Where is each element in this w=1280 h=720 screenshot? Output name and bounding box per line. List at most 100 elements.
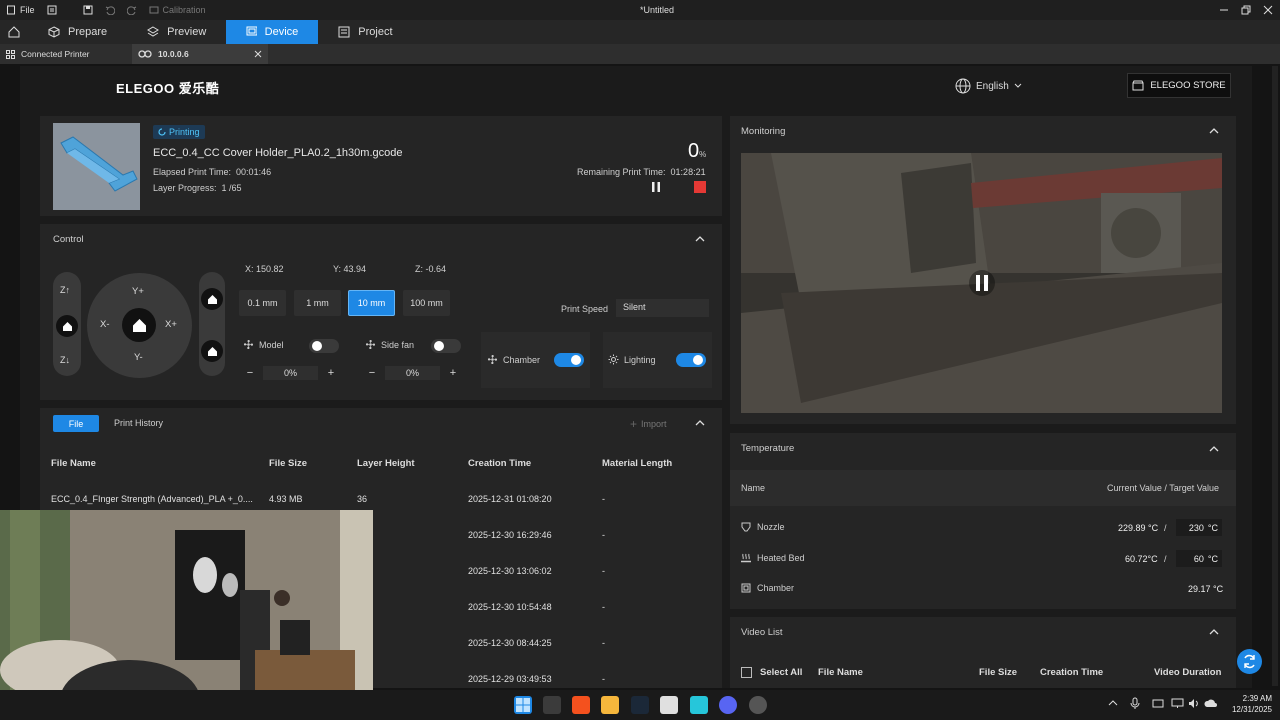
col-layer-height[interactable]: Layer Height bbox=[357, 458, 415, 469]
chevron-down-icon bbox=[1014, 83, 1022, 88]
calibration-menu[interactable]: Calibration bbox=[143, 0, 212, 20]
side-fan-minus[interactable]: − bbox=[365, 367, 379, 379]
home-z-button[interactable] bbox=[201, 340, 223, 362]
col-material-length[interactable]: Material Length bbox=[602, 458, 672, 469]
model-fan-toggle[interactable] bbox=[309, 339, 339, 353]
y-plus-button[interactable]: Y+ bbox=[132, 286, 144, 297]
taskbar-notepad[interactable] bbox=[690, 696, 708, 714]
z-up-button[interactable]: Z↑ bbox=[60, 285, 70, 295]
start-button[interactable] bbox=[514, 696, 532, 714]
tray-volume[interactable] bbox=[1188, 698, 1201, 709]
tab-project[interactable]: Project bbox=[318, 20, 412, 44]
pause-print-button[interactable] bbox=[650, 181, 662, 193]
elegoo-store-button[interactable]: ELEGOO STORE bbox=[1127, 73, 1231, 98]
camera-pause-button[interactable] bbox=[969, 270, 995, 296]
print-speed-select[interactable]: Silent bbox=[616, 299, 709, 317]
video-col-creation-time[interactable]: Creation Time bbox=[1040, 667, 1103, 678]
tab-preview[interactable]: Preview bbox=[127, 20, 226, 44]
step-100mm-button[interactable]: 100 mm bbox=[403, 290, 450, 316]
link-icon bbox=[138, 50, 152, 58]
home-xy-button[interactable] bbox=[201, 288, 223, 310]
taskbar-discord[interactable] bbox=[719, 696, 737, 714]
printing-status-badge: Printing bbox=[153, 125, 205, 139]
taskbar-elegoo-slicer[interactable] bbox=[660, 696, 678, 714]
close-tab-icon[interactable] bbox=[254, 50, 262, 58]
col-creation-time[interactable]: Creation Time bbox=[468, 458, 531, 469]
taskbar-file-explorer[interactable] bbox=[601, 696, 619, 714]
menu-button[interactable] bbox=[41, 0, 63, 20]
x-minus-button[interactable]: X- bbox=[100, 319, 110, 330]
lighting-toggle[interactable] bbox=[676, 353, 706, 367]
undo-button[interactable] bbox=[99, 0, 121, 20]
tray-clock[interactable]: 2:39 AM 12/31/2025 bbox=[1226, 693, 1272, 715]
model-fan-value[interactable]: 0% bbox=[263, 366, 318, 380]
xy-home-button[interactable] bbox=[122, 308, 156, 342]
tray-network[interactable] bbox=[1171, 698, 1184, 709]
home-button[interactable] bbox=[0, 20, 28, 44]
collapse-control-icon[interactable] bbox=[695, 236, 705, 242]
title-bar: File Calibration *Untitled bbox=[0, 0, 1280, 20]
restore-button[interactable] bbox=[1241, 5, 1251, 15]
file-menu-label: File bbox=[20, 5, 35, 15]
collapse-monitoring-icon[interactable] bbox=[1209, 128, 1219, 134]
redo-button[interactable] bbox=[121, 0, 143, 20]
tray-cloud[interactable] bbox=[1204, 698, 1217, 709]
model-fan-minus[interactable]: − bbox=[243, 367, 257, 379]
chamber-fan-toggle[interactable] bbox=[554, 353, 584, 367]
video-col-file-size[interactable]: File Size bbox=[979, 667, 1017, 678]
save-button[interactable] bbox=[77, 0, 99, 20]
temp-col-value: Current Value / Target Value bbox=[1107, 483, 1220, 493]
stop-print-button[interactable] bbox=[694, 181, 706, 193]
import-button[interactable]: + Import bbox=[630, 417, 667, 431]
step-0-1mm-button[interactable]: 0.1 mm bbox=[239, 290, 286, 316]
file-row-0-size: 4.93 MB bbox=[269, 494, 303, 504]
collapse-files-icon[interactable] bbox=[695, 420, 705, 426]
tray-microphone[interactable] bbox=[1130, 697, 1140, 710]
refresh-button[interactable] bbox=[1237, 649, 1262, 674]
page-scrollbar[interactable] bbox=[1272, 66, 1278, 686]
tray-chevron[interactable] bbox=[1108, 699, 1118, 707]
tray-battery[interactable] bbox=[1152, 698, 1165, 709]
collapse-temperature-icon[interactable] bbox=[1209, 446, 1219, 452]
file-row-3-length: - bbox=[602, 602, 605, 612]
camera-feed[interactable] bbox=[741, 153, 1222, 413]
collapse-video-list-icon[interactable] bbox=[1209, 629, 1219, 635]
step-10mm-button[interactable]: 10 mm bbox=[348, 290, 395, 316]
y-minus-button[interactable]: Y- bbox=[134, 352, 143, 363]
side-fan-plus[interactable]: + bbox=[446, 367, 460, 379]
col-file-name[interactable]: File Name bbox=[51, 458, 96, 469]
side-fan-toggle[interactable] bbox=[431, 339, 461, 353]
taskbar-app-obs[interactable] bbox=[749, 696, 767, 714]
tab-connected-printer[interactable]: Connected Printer bbox=[0, 44, 132, 64]
video-col-duration[interactable]: Video Duration bbox=[1154, 667, 1221, 678]
language-selector[interactable]: English bbox=[955, 78, 1022, 94]
x-plus-button[interactable]: X+ bbox=[165, 319, 177, 330]
file-menu[interactable]: File bbox=[0, 0, 41, 20]
model-fan-plus[interactable]: + bbox=[324, 367, 338, 379]
taskbar-steam[interactable] bbox=[631, 696, 649, 714]
tab-file[interactable]: File bbox=[53, 415, 99, 432]
z-down-button[interactable]: Z↓ bbox=[60, 355, 70, 365]
z-home-button[interactable] bbox=[56, 315, 78, 337]
video-col-file-name[interactable]: File Name bbox=[818, 667, 863, 678]
side-fan-value[interactable]: 0% bbox=[385, 366, 440, 380]
file-row-0-name[interactable]: ECC_0.4_FInger Strength (Advanced)_PLA +… bbox=[51, 494, 253, 504]
pause-icon bbox=[976, 275, 988, 291]
taskbar-brave-browser[interactable] bbox=[572, 696, 590, 714]
col-file-size[interactable]: File Size bbox=[269, 458, 307, 469]
tab-prepare[interactable]: Prepare bbox=[28, 20, 127, 44]
step-1mm-button[interactable]: 1 mm bbox=[294, 290, 341, 316]
model-thumbnail bbox=[53, 123, 140, 210]
taskbar-app-1[interactable] bbox=[543, 696, 561, 714]
chamber-temp-row: Chamber bbox=[741, 583, 794, 593]
tab-printer-ip[interactable]: 10.0.0.6 bbox=[132, 44, 268, 64]
close-window-button[interactable] bbox=[1263, 5, 1273, 15]
minimize-button[interactable] bbox=[1219, 5, 1229, 15]
tab-print-history[interactable]: Print History bbox=[114, 418, 163, 428]
bed-target-input[interactable]: 60 °C bbox=[1176, 550, 1222, 567]
select-all-checkbox[interactable] bbox=[741, 667, 752, 678]
select-all-label[interactable]: Select All bbox=[760, 667, 802, 678]
tab-device[interactable]: Device bbox=[226, 20, 319, 44]
nozzle-target-input[interactable]: 230 °C bbox=[1176, 519, 1222, 536]
file-row-1-time: 2025-12-30 16:29:46 bbox=[468, 530, 552, 540]
